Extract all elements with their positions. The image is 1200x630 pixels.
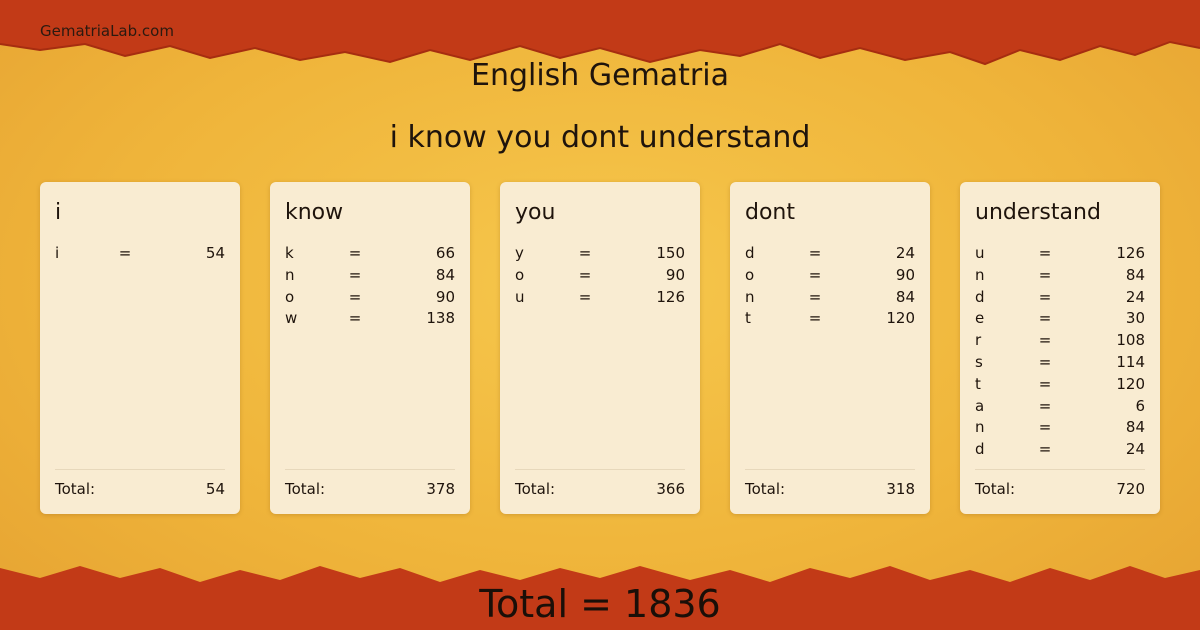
letter-row: d = 24 (975, 440, 1145, 462)
letter-list: k = 66 n = 84 o = 90 w = 138 (285, 244, 455, 331)
total-label: Total: (745, 480, 786, 498)
card-word: understand (975, 200, 1101, 225)
word-card: know k = 66 n = 84 o = 90 w = 138 Total:… (270, 182, 470, 514)
equals-sign: = (1038, 396, 1052, 415)
divider (285, 469, 455, 470)
letter-value: 84 (435, 265, 455, 284)
letter-row: o = 90 (285, 288, 455, 310)
letter-value: 114 (1116, 352, 1145, 371)
card-word: you (515, 200, 556, 225)
equals-sign: = (118, 244, 132, 262)
total-value: 378 (426, 480, 455, 498)
equals-sign: = (1038, 287, 1052, 306)
word-card: understand u = 126 n = 84 d = 24 e = 30 (960, 182, 1160, 514)
letter-value: 138 (426, 309, 455, 328)
letter-value: 84 (895, 287, 915, 306)
total-label: Total: (515, 480, 556, 498)
letter-row: o = 90 (515, 266, 685, 288)
letter-value: 126 (656, 287, 685, 306)
letter-value: 90 (665, 265, 685, 284)
equals-sign: = (1038, 440, 1052, 459)
letter-value: 66 (435, 244, 455, 262)
letter-row: n = 84 (975, 418, 1145, 440)
letter-value: 54 (205, 244, 225, 262)
letter-value: 126 (1116, 244, 1145, 262)
word-card: dont d = 24 o = 90 n = 84 t = 120 Total:… (730, 182, 930, 514)
equals-sign: = (1038, 418, 1052, 437)
equals-sign: = (808, 287, 822, 306)
letter-list: i = 54 (55, 244, 225, 266)
letter-row: d = 24 (745, 244, 915, 266)
letter-value: 6 (1135, 396, 1145, 415)
letter-value: 90 (435, 287, 455, 306)
letter-row: n = 84 (285, 266, 455, 288)
letter-row: s = 114 (975, 353, 1145, 375)
equals-sign: = (1038, 309, 1052, 328)
equals-sign: = (1038, 265, 1052, 284)
letter-value: 84 (1125, 265, 1145, 284)
equals-sign: = (578, 265, 592, 284)
letter-row: r = 108 (975, 331, 1145, 353)
site-label: GematriaLab.com (40, 22, 174, 40)
equals-sign: = (808, 244, 822, 262)
card-word: know (285, 200, 344, 225)
letter-row: w = 138 (285, 309, 455, 331)
total-label: Total: (55, 480, 96, 498)
word-cards: i i = 54 Total: 54 know k = 66 n = 84 o … (40, 182, 1160, 514)
letter-value: 84 (1125, 418, 1145, 437)
letter-row: u = 126 (515, 288, 685, 310)
equals-sign: = (808, 265, 822, 284)
letter-row: t = 120 (975, 375, 1145, 397)
letter-value: 24 (1125, 440, 1145, 459)
letter-row: i = 54 (55, 244, 225, 266)
equals-sign: = (348, 265, 362, 284)
total-label: Total: (285, 480, 326, 498)
letter-list: u = 126 n = 84 d = 24 e = 30 r = 108 s =… (975, 244, 1145, 462)
letter-row: a = 6 (975, 397, 1145, 419)
letter-row: y = 150 (515, 244, 685, 266)
letter-list: y = 150 o = 90 u = 126 (515, 244, 685, 309)
word-card: i i = 54 Total: 54 (40, 182, 240, 514)
phrase-text: i know you dont understand (389, 120, 811, 155)
letter-row: o = 90 (745, 266, 915, 288)
letter-row: u = 126 (975, 244, 1145, 266)
divider (515, 469, 685, 470)
letter-list: d = 24 o = 90 n = 84 t = 120 (745, 244, 915, 331)
letter-value: 24 (1125, 287, 1145, 306)
equals-sign: = (348, 244, 362, 262)
letter-value: 90 (895, 265, 915, 284)
divider (975, 469, 1145, 470)
letter-row: d = 24 (975, 288, 1145, 310)
letter-row: t = 120 (745, 309, 915, 331)
letter-row: e = 30 (975, 309, 1145, 331)
letter-row: n = 84 (975, 266, 1145, 288)
letter-value: 108 (1116, 331, 1145, 350)
divider (55, 469, 225, 470)
card-word: dont (745, 200, 795, 225)
total-value: 54 (205, 480, 225, 498)
letter-value: 120 (1116, 374, 1145, 393)
total-value: 318 (886, 480, 915, 498)
grand-total: Total = 1836 (479, 582, 721, 626)
total-value: 366 (656, 480, 685, 498)
letter-value: 120 (886, 309, 915, 328)
card-word: i (55, 200, 62, 225)
word-card: you y = 150 o = 90 u = 126 Total: 366 (500, 182, 700, 514)
letter-row: n = 84 (745, 288, 915, 310)
letter-value: 24 (895, 244, 915, 262)
total-value: 720 (1116, 480, 1145, 498)
total-label: Total: (975, 480, 1016, 498)
equals-sign: = (348, 287, 362, 306)
page-title: English Gematria (471, 58, 729, 93)
divider (745, 469, 915, 470)
letter-value: 150 (656, 244, 685, 262)
letter-row: k = 66 (285, 244, 455, 266)
letter-value: 30 (1125, 309, 1145, 328)
